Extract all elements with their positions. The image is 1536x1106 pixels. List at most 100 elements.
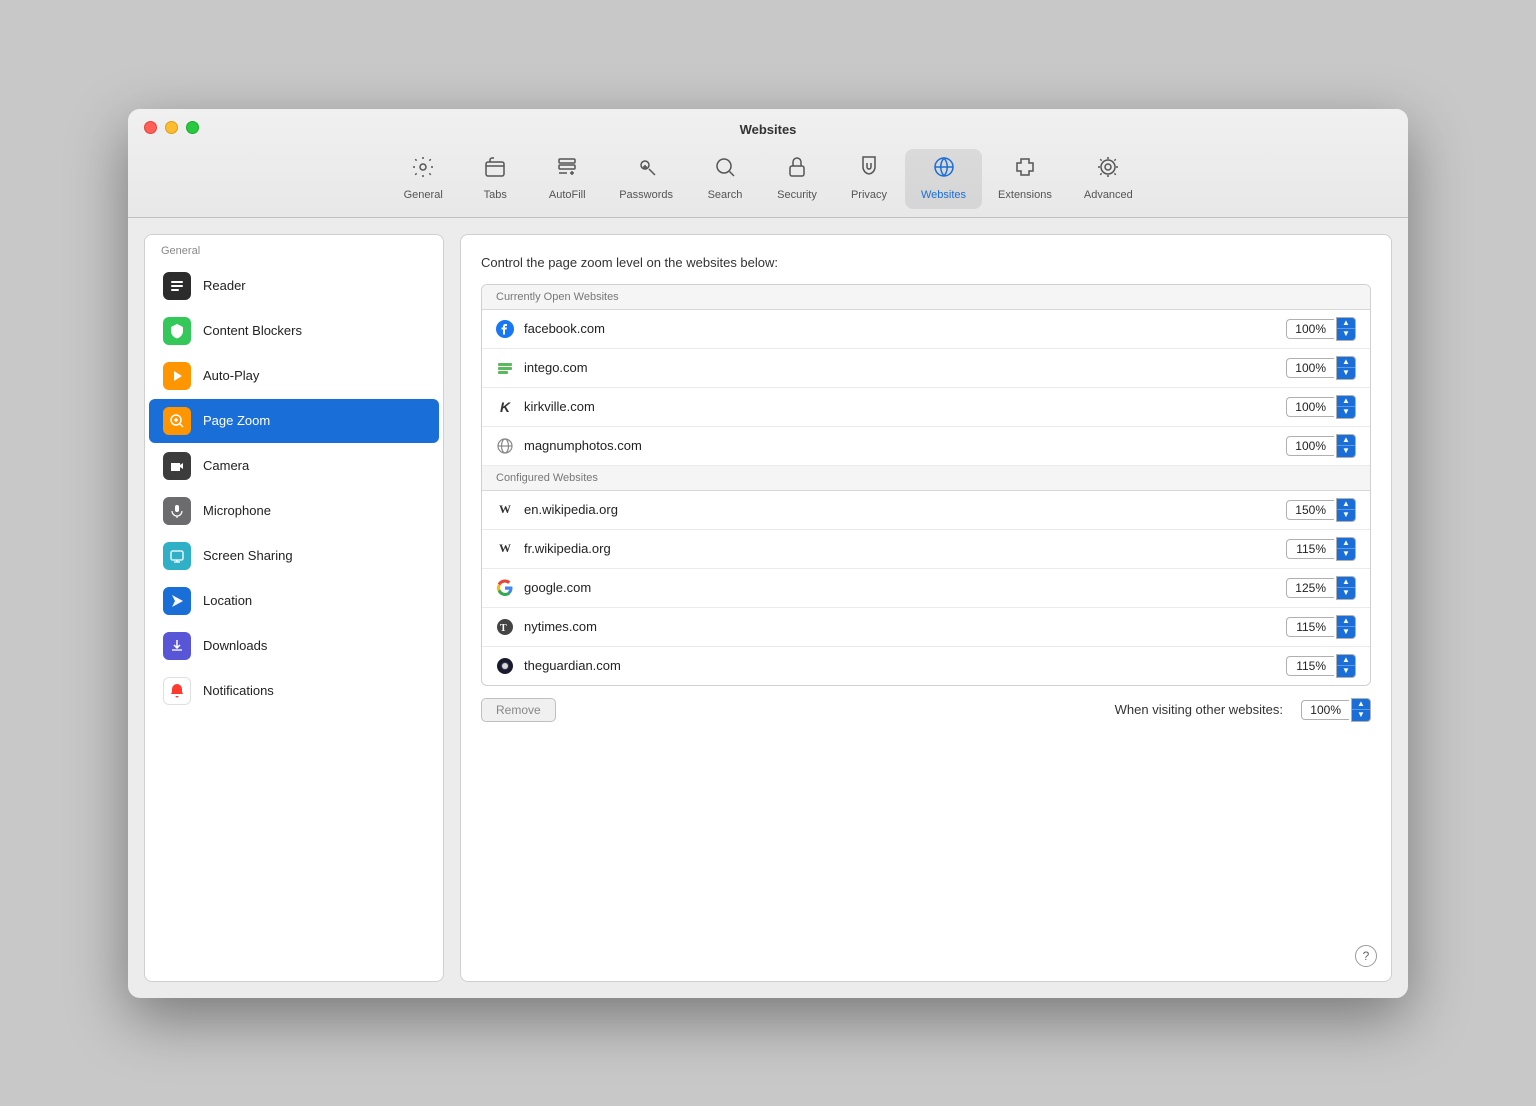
sidebar-item-page-zoom[interactable]: Page Zoom <box>149 399 439 443</box>
kirkville-zoom-up[interactable]: ▲ <box>1337 396 1355 407</box>
guardian-zoom-value: 115% <box>1286 656 1334 676</box>
other-websites-zoom-stepper[interactable]: ▲ ▼ <box>1351 698 1371 722</box>
table-row: T nytimes.com 115% ▲ ▼ <box>482 608 1370 647</box>
toolbar-passwords[interactable]: Passwords <box>603 149 689 209</box>
frwiki-icon: W <box>496 540 514 558</box>
toolbar-general[interactable]: General <box>387 149 459 209</box>
passwords-label: Passwords <box>619 189 673 201</box>
magnum-zoom-value: 100% <box>1286 436 1334 456</box>
page-description: Control the page zoom level on the websi… <box>481 255 1371 270</box>
advanced-icon <box>1096 155 1120 185</box>
general-icon <box>411 155 435 185</box>
sidebar-item-camera[interactable]: Camera <box>149 444 439 488</box>
toolbar: General Tabs <box>387 149 1149 217</box>
frwiki-zoom-down[interactable]: ▼ <box>1337 549 1355 560</box>
screen-sharing-label: Screen Sharing <box>203 548 293 563</box>
nytimes-zoom-down[interactable]: ▼ <box>1337 627 1355 638</box>
toolbar-security[interactable]: Security <box>761 149 833 209</box>
microphone-icon <box>163 497 191 525</box>
facebook-zoom-value: 100% <box>1286 319 1334 339</box>
intego-zoom-stepper[interactable]: ▲ ▼ <box>1336 356 1356 380</box>
google-zoom-control: 125% ▲ ▼ <box>1286 576 1356 600</box>
facebook-icon <box>496 320 514 338</box>
frwiki-zoom-stepper[interactable]: ▲ ▼ <box>1336 537 1356 561</box>
extensions-label: Extensions <box>998 189 1052 201</box>
facebook-name: facebook.com <box>524 321 1276 336</box>
toolbar-tabs[interactable]: Tabs <box>459 149 531 209</box>
frwiki-zoom-up[interactable]: ▲ <box>1337 538 1355 549</box>
google-name: google.com <box>524 580 1276 595</box>
guardian-zoom-up[interactable]: ▲ <box>1337 655 1355 666</box>
google-zoom-stepper[interactable]: ▲ ▼ <box>1336 576 1356 600</box>
window-title: Websites <box>144 122 1392 137</box>
frwiki-zoom-value: 115% <box>1286 539 1334 559</box>
toolbar-extensions[interactable]: Extensions <box>982 149 1068 209</box>
sidebar-item-notifications[interactable]: Notifications <box>149 669 439 713</box>
sidebar-item-content-blockers[interactable]: Content Blockers <box>149 309 439 353</box>
nytimes-name: nytimes.com <box>524 619 1276 634</box>
remove-button[interactable]: Remove <box>481 698 556 722</box>
table-row: theguardian.com 115% ▲ ▼ <box>482 647 1370 685</box>
enwiki-zoom-down[interactable]: ▼ <box>1337 510 1355 521</box>
facebook-zoom-control: 100% ▲ ▼ <box>1286 317 1356 341</box>
other-websites-zoom-down[interactable]: ▼ <box>1352 710 1370 721</box>
frwiki-zoom-control: 115% ▲ ▼ <box>1286 537 1356 561</box>
sidebar-item-reader[interactable]: Reader <box>149 264 439 308</box>
camera-label: Camera <box>203 458 249 473</box>
enwiki-zoom-up[interactable]: ▲ <box>1337 499 1355 510</box>
magnum-zoom-stepper[interactable]: ▲ ▼ <box>1336 434 1356 458</box>
google-zoom-down[interactable]: ▼ <box>1337 588 1355 599</box>
magnum-icon <box>496 437 514 455</box>
notifications-label: Notifications <box>203 683 274 698</box>
nytimes-zoom-up[interactable]: ▲ <box>1337 616 1355 627</box>
auto-play-label: Auto-Play <box>203 368 259 383</box>
facebook-zoom-up[interactable]: ▲ <box>1337 318 1355 329</box>
toolbar-advanced[interactable]: Advanced <box>1068 149 1149 209</box>
sidebar-item-auto-play[interactable]: Auto-Play <box>149 354 439 398</box>
magnum-zoom-up[interactable]: ▲ <box>1337 435 1355 446</box>
autofill-label: AutoFill <box>549 189 586 201</box>
sidebar-item-screen-sharing[interactable]: Screen Sharing <box>149 534 439 578</box>
guardian-icon <box>496 657 514 675</box>
kirkville-zoom-down[interactable]: ▼ <box>1337 407 1355 418</box>
magnum-name: magnumphotos.com <box>524 438 1276 453</box>
security-label: Security <box>777 189 817 201</box>
guardian-zoom-control: 115% ▲ ▼ <box>1286 654 1356 678</box>
other-websites-zoom-up[interactable]: ▲ <box>1352 699 1370 710</box>
tabs-icon <box>483 155 507 185</box>
facebook-zoom-down[interactable]: ▼ <box>1337 329 1355 340</box>
intego-zoom-value: 100% <box>1286 358 1334 378</box>
content-area: General Reader <box>128 218 1408 998</box>
magnum-zoom-down[interactable]: ▼ <box>1337 446 1355 457</box>
google-zoom-up[interactable]: ▲ <box>1337 577 1355 588</box>
nytimes-zoom-control: 115% ▲ ▼ <box>1286 615 1356 639</box>
kirkville-zoom-stepper[interactable]: ▲ ▼ <box>1336 395 1356 419</box>
google-icon <box>496 579 514 597</box>
other-websites-label: When visiting other websites: <box>566 702 1291 717</box>
sidebar-item-location[interactable]: Location <box>149 579 439 623</box>
configured-header: Configured Websites <box>482 466 1370 491</box>
help-button[interactable]: ? <box>1355 945 1377 967</box>
intego-zoom-up[interactable]: ▲ <box>1337 357 1355 368</box>
table-row: W en.wikipedia.org 150% ▲ ▼ <box>482 491 1370 530</box>
toolbar-search[interactable]: Search <box>689 149 761 209</box>
sidebar-item-downloads[interactable]: Downloads <box>149 624 439 668</box>
toolbar-websites[interactable]: Websites <box>905 149 982 209</box>
guardian-zoom-down[interactable]: ▼ <box>1337 666 1355 677</box>
downloads-icon <box>163 632 191 660</box>
nytimes-zoom-stepper[interactable]: ▲ ▼ <box>1336 615 1356 639</box>
websites-icon <box>932 155 956 185</box>
bottom-bar: Remove When visiting other websites: 100… <box>481 698 1371 722</box>
enwiki-zoom-stepper[interactable]: ▲ ▼ <box>1336 498 1356 522</box>
kirkville-name: kirkville.com <box>524 399 1276 414</box>
autofill-icon <box>555 155 579 185</box>
toolbar-autofill[interactable]: AutoFill <box>531 149 603 209</box>
toolbar-privacy[interactable]: Privacy <box>833 149 905 209</box>
sidebar-item-microphone[interactable]: Microphone <box>149 489 439 533</box>
table-row: google.com 125% ▲ ▼ <box>482 569 1370 608</box>
location-icon <box>163 587 191 615</box>
facebook-zoom-stepper[interactable]: ▲ ▼ <box>1336 317 1356 341</box>
guardian-zoom-stepper[interactable]: ▲ ▼ <box>1336 654 1356 678</box>
sidebar: General Reader <box>144 234 444 982</box>
intego-zoom-down[interactable]: ▼ <box>1337 368 1355 379</box>
